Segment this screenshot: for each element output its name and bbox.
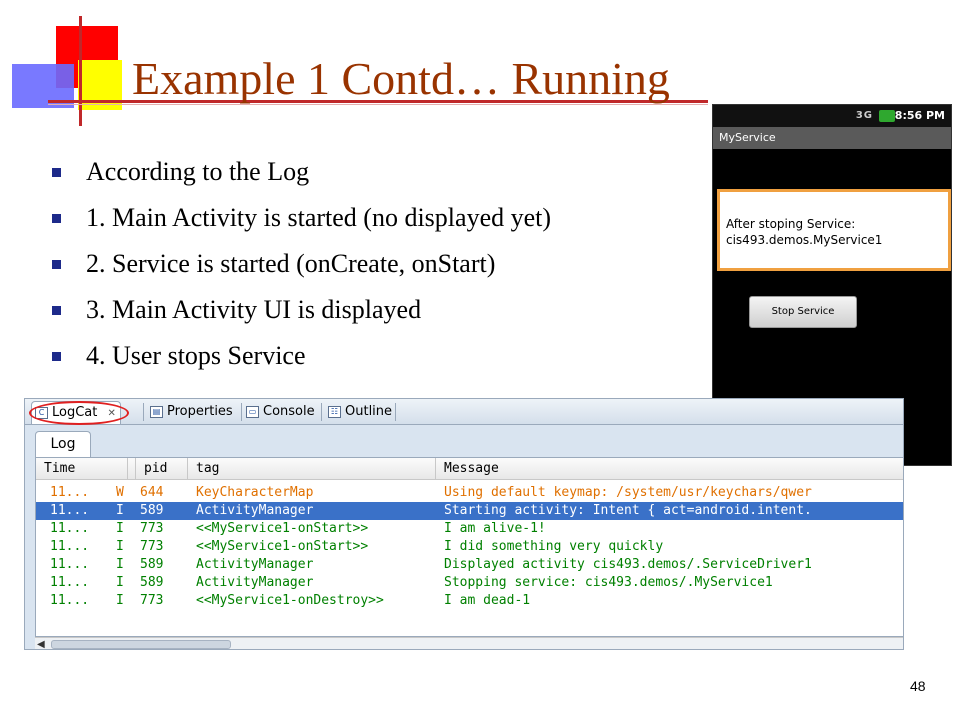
cell-tag: ActivityManager — [196, 503, 314, 518]
bullet-item: 2. Service is started (onCreate, onStart… — [52, 244, 551, 290]
status-bar: 3G 8:56 PM — [713, 105, 951, 127]
cell-message: Displayed activity cis493.demos/.Service… — [444, 557, 812, 572]
column-header-pid[interactable]: pid — [136, 458, 188, 480]
battery-icon — [879, 110, 895, 122]
column-header-level[interactable] — [128, 458, 136, 480]
tab-properties[interactable]: ▤ Properties — [147, 401, 237, 424]
properties-icon: ▤ — [150, 406, 163, 418]
outline-icon: ☷ — [328, 406, 341, 418]
cell-message: Using default keymap: /system/usr/keycha… — [444, 485, 812, 500]
cell-level: I — [116, 521, 124, 536]
table-row[interactable]: 11... W 644 KeyCharacterMap Using defaul… — [36, 484, 903, 502]
highlight-oval — [29, 401, 129, 425]
console-icon: ▭ — [246, 406, 259, 418]
network-signal-icon: 3G — [855, 110, 873, 121]
table-row-selected[interactable]: 11... I 589 ActivityManager Starting act… — [36, 502, 903, 520]
status-clock: 8:56 PM — [894, 109, 945, 122]
cell-message: Starting activity: Intent { act=android.… — [444, 503, 812, 518]
bullet-list: According to the Log 1. Main Activity is… — [52, 152, 551, 382]
cell-message: I am alive-1! — [444, 521, 546, 536]
cell-level: I — [116, 593, 124, 608]
message-line: After stoping Service: — [726, 217, 856, 231]
logcat-panel: C LogCat ✕ ▤ Properties ▭ Console ☷ Outl… — [24, 398, 904, 650]
bullet-item: 4. User stops Service — [52, 336, 551, 382]
cell-tag: KeyCharacterMap — [196, 485, 314, 500]
bullet-item: 1. Main Activity is started (no displaye… — [52, 198, 551, 244]
app-title-bar: MyService — [713, 127, 951, 149]
tab-console[interactable]: ▭ Console — [243, 401, 319, 424]
bullet-marker — [52, 168, 61, 177]
cell-time: 11... — [50, 539, 90, 554]
bullet-marker — [52, 306, 61, 315]
cell-level: I — [116, 575, 124, 590]
tab-divider — [321, 403, 322, 421]
log-table: Time pid tag Message 11... W 644 KeyChar… — [35, 457, 903, 637]
table-row[interactable]: 11... I 589 ActivityManager Stopping ser… — [36, 574, 903, 592]
cell-message: I am dead-1 — [444, 593, 531, 608]
cell-pid: 773 — [140, 521, 164, 536]
tab-log[interactable]: Log — [35, 431, 91, 457]
tab-divider — [241, 403, 242, 421]
cell-level: I — [116, 539, 124, 554]
view-tab-bar: C LogCat ✕ ▤ Properties ▭ Console ☷ Outl… — [25, 399, 903, 425]
tab-outline[interactable]: ☷ Outline — [325, 401, 396, 424]
cell-tag: <<MyService1-onStart>> — [196, 521, 369, 536]
cell-level: I — [116, 503, 124, 518]
scrollbar-thumb[interactable] — [51, 640, 231, 649]
cell-tag: ActivityManager — [196, 557, 314, 572]
cell-message: Stopping service: cis493.demos/.MyServic… — [444, 575, 773, 590]
table-header: Time pid tag Message — [36, 458, 903, 480]
table-row[interactable]: 11... I 773 <<MyService1-onStart>> I did… — [36, 538, 903, 556]
cell-time: 11... — [50, 503, 90, 518]
cell-pid: 589 — [140, 575, 164, 590]
bullet-item: 3. Main Activity UI is displayed — [52, 290, 551, 336]
cell-pid: 589 — [140, 557, 164, 572]
page-number: 48 — [910, 678, 926, 694]
horizontal-scrollbar[interactable]: ◀ — [35, 637, 903, 649]
bullet-marker — [52, 214, 61, 223]
column-header-time[interactable]: Time — [36, 458, 128, 480]
table-row[interactable]: 11... I 773 <<MyService1-onDestroy>> I a… — [36, 592, 903, 610]
cell-pid: 589 — [140, 503, 164, 518]
cell-level: W — [116, 485, 124, 500]
scroll-left-icon[interactable]: ◀ — [37, 638, 45, 649]
cell-tag: <<MyService1-onStart>> — [196, 539, 369, 554]
table-row[interactable]: 11... I 773 <<MyService1-onStart>> I am … — [36, 520, 903, 538]
bullet-marker — [52, 260, 61, 269]
cell-pid: 644 — [140, 485, 164, 500]
stop-service-button[interactable]: Stop Service — [749, 296, 857, 328]
tab-divider — [143, 403, 144, 421]
table-row[interactable]: 11... I 589 ActivityManager Displayed ac… — [36, 556, 903, 574]
cell-time: 11... — [50, 485, 90, 500]
message-line: cis493.demos.MyService1 — [726, 233, 883, 247]
cell-time: 11... — [50, 521, 90, 536]
message-textbox[interactable]: After stoping Service: cis493.demos.MySe… — [717, 189, 951, 271]
log-rows: 11... W 644 KeyCharacterMap Using defaul… — [36, 484, 903, 610]
bullet-item: According to the Log — [52, 152, 551, 198]
cell-pid: 773 — [140, 593, 164, 608]
cell-time: 11... — [50, 593, 90, 608]
decorative-vertical-line — [79, 16, 82, 126]
cell-message: I did something very quickly — [444, 539, 664, 554]
bullet-marker — [52, 352, 61, 361]
slide-title: Example 1 Contd… Running — [132, 53, 670, 104]
cell-tag: ActivityManager — [196, 575, 314, 590]
cell-time: 11... — [50, 575, 90, 590]
cell-tag: <<MyService1-onDestroy>> — [196, 593, 384, 608]
cell-time: 11... — [50, 557, 90, 572]
column-header-message[interactable]: Message — [436, 458, 903, 480]
cell-level: I — [116, 557, 124, 572]
cell-pid: 773 — [140, 539, 164, 554]
column-header-tag[interactable]: tag — [188, 458, 436, 480]
tab-divider — [395, 403, 396, 421]
